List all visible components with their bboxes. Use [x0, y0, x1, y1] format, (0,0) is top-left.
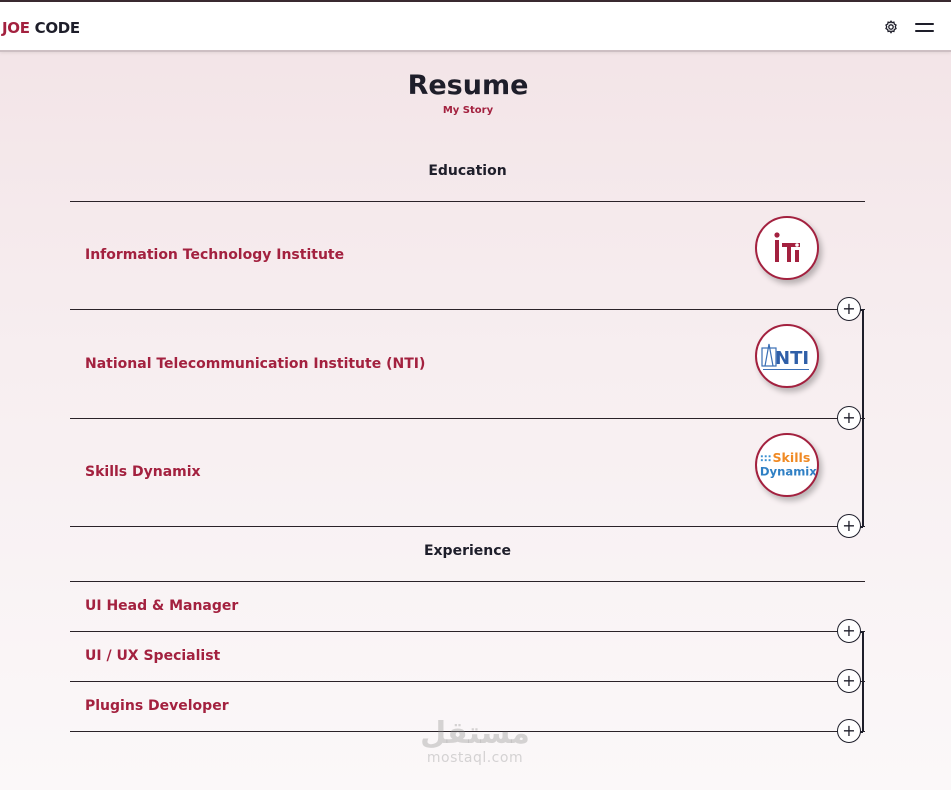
skills-logo-text: Skills: [772, 450, 810, 465]
iti-logo: [755, 216, 819, 280]
watermark-domain: mostaql.com: [426, 750, 524, 766]
experience-item-plugins-developer[interactable]: Plugins Developer: [85, 698, 229, 714]
divider: [70, 309, 865, 310]
divider: [70, 581, 865, 582]
education-connector-line: [862, 309, 864, 527]
brand-logo[interactable]: JOE CODE: [2, 19, 80, 37]
divider: [70, 631, 865, 632]
nti-logo-text: NTI: [775, 348, 809, 369]
expand-iti-button[interactable]: +: [837, 297, 861, 321]
expand-plugins-developer-button[interactable]: +: [837, 719, 861, 743]
divider: [70, 418, 865, 419]
expand-skills-dynamix-button[interactable]: +: [837, 514, 861, 538]
divider: [70, 526, 865, 527]
education-heading: Education: [428, 163, 507, 179]
logo-part-code: CODE: [29, 19, 81, 37]
expand-ui-ux-specialist-button[interactable]: +: [837, 669, 861, 693]
skills-dynamix-logo: Skills Dynamix: [755, 433, 819, 497]
dynamix-logo-text: Dynamix: [760, 465, 817, 479]
hamburger-menu-icon[interactable]: [915, 21, 934, 35]
experience-item-ui-ux-specialist[interactable]: UI / UX Specialist: [85, 648, 220, 664]
experience-item-ui-head[interactable]: UI Head & Manager: [85, 598, 238, 614]
logo-part-joe: JOE: [2, 19, 30, 37]
experience-connector-line: [862, 631, 864, 732]
page-title: Resume: [407, 70, 529, 101]
expand-nti-button[interactable]: +: [837, 406, 861, 430]
education-item-nti[interactable]: National Telecommunication Institute (NT…: [85, 356, 425, 372]
gear-icon[interactable]: [883, 19, 899, 35]
expand-ui-head-button[interactable]: +: [837, 619, 861, 643]
watermark: مستقل mostaql.com: [415, 716, 535, 767]
navbar: JOE CODE: [0, 2, 951, 52]
nti-logo: NTI: [755, 324, 819, 388]
divider: [70, 681, 865, 682]
experience-heading: Experience: [423, 543, 512, 559]
page-subtitle: My Story: [442, 105, 494, 116]
menu-bar-top: [915, 23, 934, 25]
menu-bar-bottom: [915, 30, 934, 32]
divider: [70, 201, 865, 202]
education-item-skills-dynamix[interactable]: Skills Dynamix: [85, 464, 201, 480]
education-item-iti[interactable]: Information Technology Institute: [85, 247, 344, 263]
watermark-arabic: مستقل: [420, 716, 530, 751]
